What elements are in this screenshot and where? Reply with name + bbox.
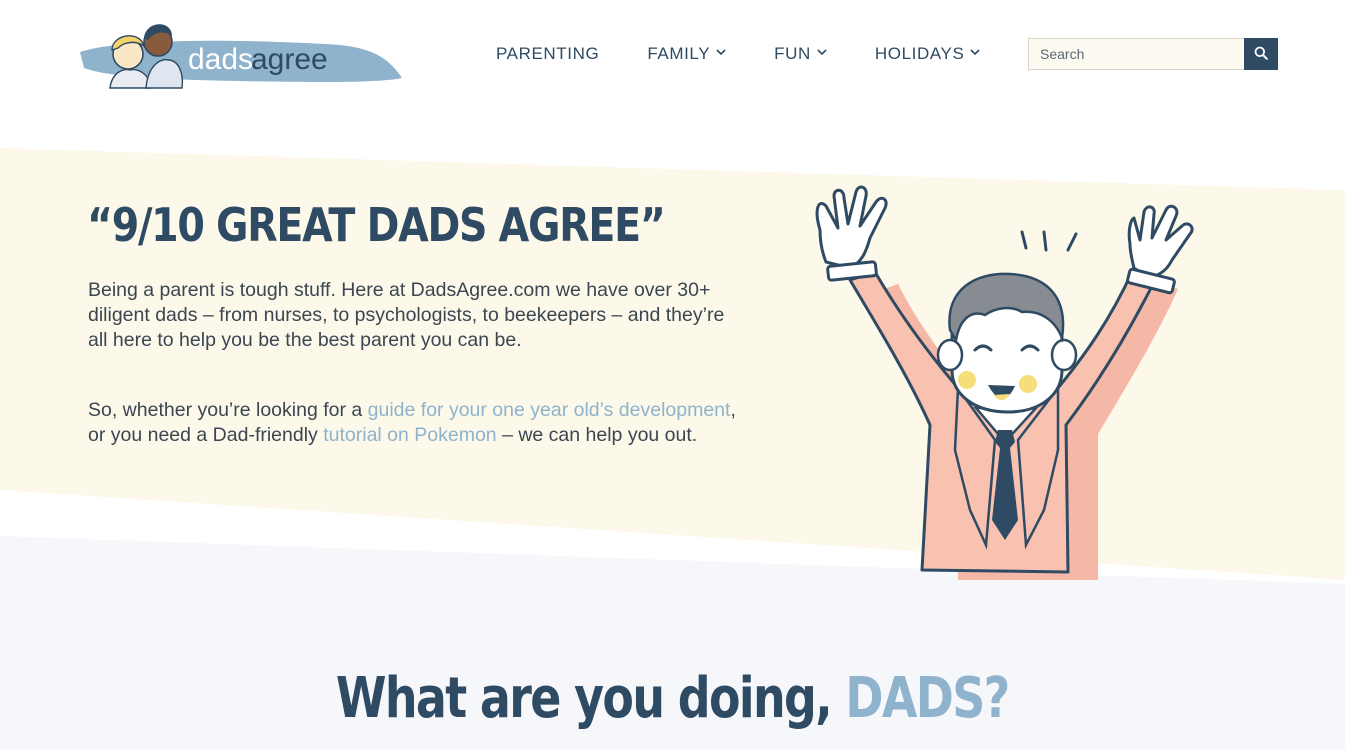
search-form [1028, 38, 1278, 70]
nav-item-parenting[interactable]: PARENTING [496, 44, 599, 64]
search-icon [1254, 45, 1268, 64]
paragraph-text: So, whether you’re looking for a [88, 399, 368, 421]
hero-title: “9/10 GREAT DADS AGREE” [87, 198, 666, 252]
nav-item-holidays[interactable]: HOLIDAYS [875, 44, 981, 64]
cheering-dad-illustration [800, 180, 1210, 580]
chevron-down-icon [817, 47, 827, 59]
guide-one-year-old-link[interactable]: guide for your one year old’s developmen… [368, 399, 731, 421]
nav-item-label: FAMILY [647, 44, 711, 63]
hero-links-paragraph: So, whether you’re looking for a guide f… [88, 398, 748, 448]
site-header: dads agree PARENTING FAMILY FUN HOLIDAYS [0, 0, 1345, 110]
logo-wordmark-dads: dads [188, 43, 253, 76]
hero-intro-paragraph: Being a parent is tough stuff. Here at D… [88, 279, 725, 351]
chevron-down-icon [970, 47, 980, 59]
section-title-main: What are you doing, [336, 666, 846, 731]
pokemon-tutorial-link[interactable]: tutorial on Pokemon [323, 424, 496, 446]
nav-item-label: HOLIDAYS [874, 44, 965, 63]
section-title: What are you doing, DADS? [0, 666, 1345, 731]
nav-item-family[interactable]: FAMILY [647, 44, 726, 64]
search-button[interactable] [1244, 38, 1278, 70]
nav-item-label: FUN [774, 44, 811, 63]
chevron-down-icon [716, 47, 726, 59]
logo-wordmark-agree: agree [251, 43, 328, 76]
section-title-accent: DADS? [845, 666, 1011, 731]
search-input[interactable] [1028, 38, 1244, 70]
main-nav: PARENTING FAMILY FUN HOLIDAYS [496, 44, 1028, 64]
paragraph-text: – we can help you out. [496, 424, 698, 446]
site-logo[interactable]: dads agree [76, 14, 406, 90]
nav-item-fun[interactable]: FUN [774, 44, 827, 64]
nav-item-label: PARENTING [496, 44, 600, 63]
